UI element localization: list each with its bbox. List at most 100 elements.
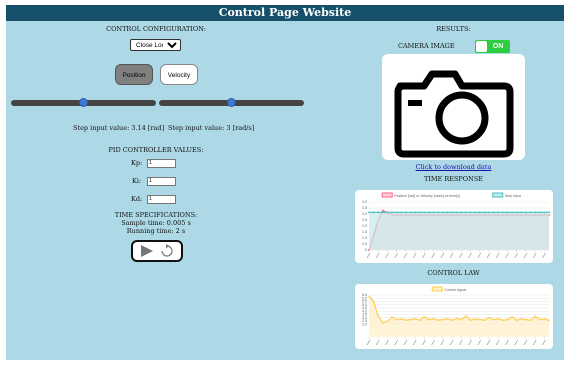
series-point <box>423 316 426 318</box>
time-response-heading: TIME RESPONSE <box>423 175 484 183</box>
velocity-button[interactable]: Velocity <box>160 64 198 85</box>
x-tick-label <box>412 252 417 259</box>
x-tick-label <box>468 339 472 346</box>
series-point <box>418 211 421 214</box>
x-tick-label <box>394 252 399 259</box>
time-spec-heading: TIME SPECIFICATIONS: <box>114 211 198 219</box>
x-tick-label <box>412 339 417 346</box>
series-point <box>455 317 458 320</box>
series-point <box>405 319 407 322</box>
series-point <box>377 211 380 214</box>
x-tick-label <box>532 252 537 259</box>
legend-label: Step Input <box>505 194 521 198</box>
velocity-slider-handle[interactable] <box>227 98 236 107</box>
x-tick-label <box>505 339 509 346</box>
x-tick-label <box>468 252 472 259</box>
series-point <box>478 318 481 321</box>
series-point <box>548 211 550 214</box>
series-point <box>432 211 435 214</box>
running-time-text: Running time: 2 s <box>126 227 186 235</box>
position-button[interactable]: Position <box>115 64 153 85</box>
series-point <box>446 211 449 214</box>
series-point <box>506 318 509 321</box>
control-mode-select[interactable]: Close Loop <box>130 39 181 51</box>
x-tick-label <box>542 252 546 259</box>
series-point <box>501 211 504 214</box>
x-tick-label <box>375 339 380 346</box>
x-tick-label <box>440 252 445 259</box>
x-tick-label <box>486 252 491 259</box>
kd-input[interactable]: 1 <box>147 195 176 204</box>
control-config-heading: CONTROL CONFIGURATION: <box>106 25 206 33</box>
ki-input[interactable]: 1 <box>147 177 176 186</box>
series-point <box>381 211 384 214</box>
series-point <box>391 316 393 318</box>
position-step-label: Step input value: 3.14 [rad] <box>73 124 165 132</box>
series-point <box>451 319 453 322</box>
series-point <box>395 318 398 321</box>
download-data-link[interactable]: Click to download data <box>406 163 501 171</box>
play-icon[interactable] <box>141 245 153 257</box>
position-slider[interactable] <box>11 98 156 107</box>
x-tick-label <box>514 252 519 259</box>
series-point <box>368 295 370 298</box>
series-point <box>414 211 417 214</box>
series-point <box>381 209 384 212</box>
control-law-chart: Control signal 6.5 6.0 5.5 5.0 4.5 4.0 3.5 3.0 2.… <box>355 284 553 349</box>
series-point <box>437 211 440 214</box>
series-point <box>534 211 537 214</box>
position-slider-handle[interactable] <box>79 98 88 107</box>
velocity-slider[interactable] <box>159 98 304 107</box>
time-response-chart: Position [rad] or Velocity [rad/s] vs ti… <box>355 190 553 263</box>
sample-time-text: Sample time: 0.005 s <box>121 219 191 227</box>
x-tick-label <box>514 339 519 346</box>
series-point <box>506 211 509 214</box>
series-point <box>474 318 477 320</box>
y-tick-label: 2.0 <box>362 322 367 326</box>
kp-input[interactable]: 1 <box>147 159 176 168</box>
x-tick-label <box>477 252 482 259</box>
series-point <box>529 211 532 214</box>
series-point <box>405 211 407 214</box>
series-point <box>423 211 426 214</box>
x-tick-label <box>366 252 371 259</box>
series-point <box>409 318 412 321</box>
series-point <box>478 211 481 214</box>
series-point <box>529 319 532 322</box>
series-point <box>441 211 444 214</box>
camera-toggle-thumb <box>476 41 487 52</box>
x-tick-label <box>394 339 399 346</box>
series-point <box>395 211 398 214</box>
legend-swatch <box>431 286 443 292</box>
series-point <box>520 211 523 214</box>
x-tick-label <box>458 252 463 259</box>
x-tick-label <box>505 252 509 259</box>
x-tick-label <box>385 339 389 346</box>
series-point <box>428 211 430 214</box>
y-tick-label: 0 <box>365 248 367 252</box>
y-tick-label: 0.5 <box>362 242 367 246</box>
x-tick-label <box>532 339 537 346</box>
ki-label: Ki: <box>132 177 142 185</box>
series-point <box>520 318 523 320</box>
y-tick-label: 3.0 <box>362 212 367 216</box>
series-point <box>469 319 472 322</box>
series-point <box>465 315 467 318</box>
x-tick-label <box>449 252 454 259</box>
x-tick-label <box>486 339 491 346</box>
pid-heading: PID CONTROLLER VALUES: <box>108 146 204 154</box>
series-point <box>372 300 375 303</box>
x-tick-label <box>403 339 408 346</box>
series-point <box>391 211 393 214</box>
series-area <box>369 212 549 250</box>
series-point <box>368 211 370 214</box>
series-point <box>409 211 412 214</box>
legend-label: Position [rad] or Velocity [rad/s] vs ti… <box>394 194 460 198</box>
camera-toggle-text: ON <box>492 43 504 50</box>
results-heading: RESULTS: <box>436 25 471 33</box>
series-point <box>469 211 472 214</box>
reset-icon[interactable] <box>161 244 173 257</box>
series-point <box>543 211 546 214</box>
camera-toggle[interactable]: ON <box>475 40 510 53</box>
series-point <box>372 211 375 214</box>
